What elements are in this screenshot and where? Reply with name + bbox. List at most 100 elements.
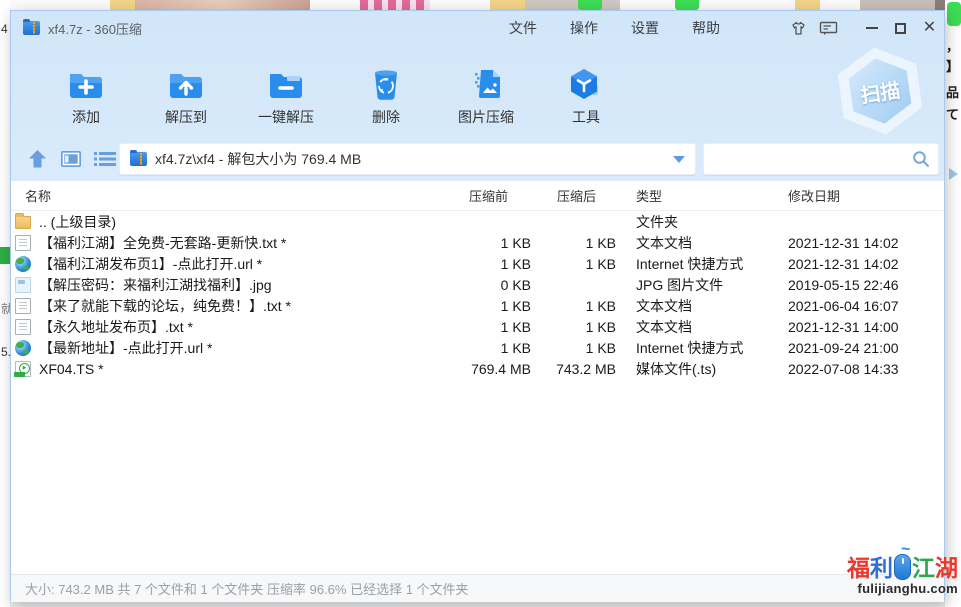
list-header: 名称 压缩前 压缩后 类型 修改日期 — [11, 181, 944, 211]
file-date: 2022-07-08 14:33 — [769, 361, 944, 377]
size-before: 1 KB — [446, 319, 531, 335]
menu-file[interactable]: 文件 — [509, 18, 537, 38]
add-button[interactable]: 添加 — [36, 45, 136, 137]
window-title: xf4.7z - 360压缩 — [48, 19, 142, 38]
archive-path-icon — [130, 152, 147, 166]
address-bar[interactable]: xf4.7z\xf4 - 解包大小为 769.4 MB — [119, 143, 696, 175]
list-view-icon[interactable] — [93, 147, 117, 171]
size-before: 769.4 MB — [446, 361, 531, 377]
feedback-icon[interactable] — [813, 13, 843, 43]
file-type: Internet 快捷方式 — [616, 338, 769, 358]
file-type: 文本文档 — [616, 296, 769, 316]
column-type[interactable]: 类型 — [616, 186, 769, 205]
file-name: 【福利江湖】全免费-无套路-更新快.txt * — [39, 233, 286, 253]
one-click-extract-button[interactable]: 一键解压 — [236, 45, 336, 137]
internet-shortcut-icon — [15, 256, 31, 272]
address-path: xf4.7z\xf4 - 解包大小为 769.4 MB — [155, 149, 665, 169]
toolbar: 添加 解压到 一键解压 删除 图片压缩 — [11, 45, 944, 137]
file-date: 2019-05-15 22:46 — [769, 277, 944, 293]
open-folder-icon — [267, 59, 305, 101]
size-after: 1 KB — [531, 340, 616, 356]
column-before-compress[interactable]: 压缩前 — [446, 186, 531, 205]
file-name: .. (上级目录) — [39, 212, 116, 232]
file-row[interactable]: 【解压密码：来福利江湖找福利】.jpg 0 KB JPG 图片文件 2019-0… — [11, 274, 944, 295]
close-button[interactable]: ✕ — [915, 13, 944, 43]
file-type: 文本文档 — [616, 233, 769, 253]
size-before: 1 KB — [446, 235, 531, 251]
search-input[interactable] — [712, 152, 912, 167]
file-name: XF04.TS * — [39, 361, 104, 377]
skin-tshirt-icon[interactable] — [783, 13, 813, 43]
size-after: 743.2 MB — [531, 361, 616, 377]
menu-help[interactable]: 帮助 — [692, 18, 720, 38]
image-compress-button[interactable]: 图片压缩 — [436, 45, 536, 137]
search-box[interactable] — [703, 143, 939, 175]
file-row[interactable]: .. (上级目录) 文件夹 — [11, 211, 944, 232]
minimize-button[interactable] — [857, 13, 886, 43]
file-list: 名称 压缩前 压缩后 类型 修改日期 .. (上级目录) 文件夹 【福利江湖】全… — [11, 181, 944, 574]
image-file-icon — [15, 277, 31, 293]
size-after: 1 KB — [531, 235, 616, 251]
file-name: 【来了就能下载的论坛，纯免费！】.txt * — [39, 296, 291, 316]
background-green-bar — [0, 247, 10, 264]
file-date: 2021-12-31 14:02 — [769, 235, 944, 251]
file-row[interactable]: 【最新地址】-点此打开.url * 1 KB 1 KB Internet 快捷方… — [11, 337, 944, 358]
file-date: 2021-06-04 16:07 — [769, 298, 944, 314]
text-file-icon — [15, 319, 31, 335]
watermark-logo: 福利江湖 — [847, 546, 958, 580]
menu-settings[interactable]: 设置 — [631, 18, 659, 38]
titlebar[interactable]: xf4.7z - 360压缩 文件 操作 设置 帮助 ✕ — [11, 11, 944, 45]
file-type: Internet 快捷方式 — [616, 254, 769, 274]
360zip-window: xf4.7z - 360压缩 文件 操作 设置 帮助 ✕ 添加 — [10, 10, 945, 601]
file-row[interactable]: 【永久地址发布页】.txt * 1 KB 1 KB 文本文档 2021-12-3… — [11, 316, 944, 337]
extract-to-button[interactable]: 解压到 — [136, 45, 236, 137]
image-file-tool-icon — [468, 59, 504, 101]
media-file-icon — [15, 361, 31, 377]
internet-shortcut-icon — [15, 340, 31, 356]
file-name: 【最新地址】-点此打开.url * — [39, 338, 212, 358]
address-row: xf4.7z\xf4 - 解包大小为 769.4 MB — [11, 137, 944, 181]
size-after: 1 KB — [531, 319, 616, 335]
tools-button[interactable]: 工具 — [536, 45, 636, 137]
file-type: JPG 图片文件 — [616, 275, 769, 295]
address-dropdown-arrow[interactable] — [673, 156, 685, 163]
background-window-right-sliver: ， 】 品 て — [945, 0, 961, 607]
file-name: 【解压密码：来福利江湖找福利】.jpg — [39, 275, 272, 295]
file-row[interactable]: 【福利江湖发布页1】-点此打开.url * 1 KB 1 KB Internet… — [11, 253, 944, 274]
file-row[interactable]: 【福利江湖】全免费-无套路-更新快.txt * 1 KB 1 KB 文本文档 2… — [11, 232, 944, 253]
extract-folder-icon — [167, 59, 205, 101]
list-body: .. (上级目录) 文件夹 【福利江湖】全免费-无套路-更新快.txt * 1 … — [11, 211, 944, 379]
tools-cube-icon — [568, 59, 604, 101]
column-date[interactable]: 修改日期 — [769, 186, 944, 205]
background-blue-pointer — [949, 168, 958, 180]
file-date: 2021-09-24 21:00 — [769, 340, 944, 356]
archive-app-icon — [23, 21, 40, 35]
folder-icon — [15, 216, 31, 229]
watermark-char: 福 — [847, 557, 870, 580]
search-icon — [912, 150, 930, 168]
watermark-char: 江 — [912, 557, 935, 580]
status-bar: 大小: 743.2 MB 共 7 个文件和 1 个文件夹 压缩率 96.6% 已… — [11, 574, 944, 602]
scan-badge[interactable]: 扫描 — [828, 41, 931, 141]
file-row[interactable]: 【来了就能下载的论坛，纯免费！】.txt * 1 KB 1 KB 文本文档 20… — [11, 295, 944, 316]
watermark-domain: fulijianghu.com — [847, 581, 958, 596]
file-type: 媒体文件(.ts) — [616, 359, 769, 379]
file-row[interactable]: XF04.TS * 769.4 MB 743.2 MB 媒体文件(.ts) 20… — [11, 358, 944, 379]
text-file-icon — [15, 235, 31, 251]
fulijianghu-watermark: 福利江湖 fulijianghu.com — [847, 546, 958, 596]
mouse-icon — [894, 554, 911, 580]
watermark-char: 湖 — [935, 557, 958, 580]
file-type: 文件夹 — [616, 212, 769, 232]
size-before: 1 KB — [446, 298, 531, 314]
watermark-char: 利 — [870, 557, 893, 580]
file-date: 2021-12-31 14:02 — [769, 256, 944, 272]
up-directory-icon[interactable] — [25, 147, 49, 171]
file-name: 【福利江湖发布页1】-点此打开.url * — [39, 254, 262, 274]
size-before: 1 KB — [446, 256, 531, 272]
view-mode-icon[interactable] — [59, 147, 83, 171]
maximize-button[interactable] — [886, 13, 915, 43]
column-after-compress[interactable]: 压缩后 — [531, 186, 616, 205]
delete-button[interactable]: 删除 — [336, 45, 436, 137]
menu-operation[interactable]: 操作 — [570, 18, 598, 38]
column-name[interactable]: 名称 — [11, 186, 446, 205]
